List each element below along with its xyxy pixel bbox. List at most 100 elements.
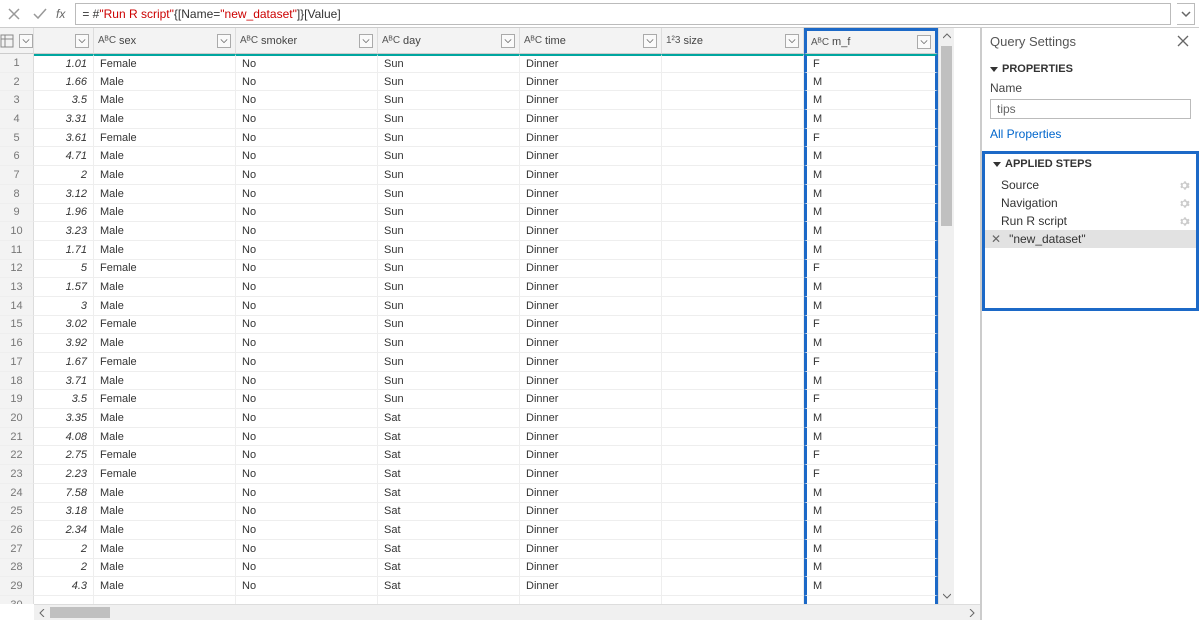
cell-size[interactable] xyxy=(662,316,804,335)
cell-size[interactable] xyxy=(662,222,804,241)
query-name-input[interactable]: tips xyxy=(990,99,1191,119)
cell-size[interactable] xyxy=(662,428,804,447)
cell-time[interactable]: Dinner xyxy=(520,446,662,465)
cell-sex[interactable]: Male xyxy=(94,297,236,316)
row-number[interactable]: 27 xyxy=(0,540,34,559)
applied-step-navigation[interactable]: Navigation xyxy=(985,194,1196,212)
chevron-down-icon[interactable] xyxy=(359,34,373,48)
cell-time[interactable]: Dinner xyxy=(520,334,662,353)
cell-mf[interactable]: M xyxy=(804,110,938,129)
cell-value[interactable]: 3.5 xyxy=(34,91,94,110)
cell-time[interactable]: Dinner xyxy=(520,241,662,260)
cell-value[interactable]: 4.08 xyxy=(34,428,94,447)
cell-value[interactable]: 1.01 xyxy=(34,54,94,73)
scroll-left-icon[interactable] xyxy=(34,609,50,617)
cell-mf[interactable]: F xyxy=(804,465,938,484)
cell-time[interactable]: Dinner xyxy=(520,73,662,92)
cell-mf[interactable]: M xyxy=(804,204,938,223)
cell-day[interactable]: Sat xyxy=(378,446,520,465)
properties-section-header[interactable]: PROPERTIES xyxy=(982,59,1199,79)
cell-sex[interactable]: Male xyxy=(94,559,236,578)
cell-value[interactable]: 1.57 xyxy=(34,278,94,297)
cell-mf[interactable]: M xyxy=(804,334,938,353)
applied-steps-section-header[interactable]: APPLIED STEPS xyxy=(985,154,1196,174)
row-number[interactable]: 25 xyxy=(0,503,34,522)
cell-mf[interactable]: M xyxy=(804,540,938,559)
cell-time[interactable]: Dinner xyxy=(520,222,662,241)
cell-sex[interactable]: Male xyxy=(94,204,236,223)
formula-input[interactable]: = #"Run R script"{[Name="new_dataset"]}[… xyxy=(75,3,1171,25)
row-number[interactable]: 4 xyxy=(0,110,34,129)
cell-day[interactable]: Sat xyxy=(378,484,520,503)
cell-smoker[interactable]: No xyxy=(236,316,378,335)
cell-mf[interactable]: M xyxy=(804,559,938,578)
row-number[interactable]: 23 xyxy=(0,465,34,484)
cell-day[interactable]: Sat xyxy=(378,577,520,596)
cell-day[interactable]: Sun xyxy=(378,129,520,148)
column-header-day[interactable]: AᴮCday xyxy=(378,28,520,54)
cell-time[interactable]: Dinner xyxy=(520,503,662,522)
cell-time[interactable]: Dinner xyxy=(520,278,662,297)
cell-value[interactable]: 4.71 xyxy=(34,147,94,166)
row-number[interactable]: 16 xyxy=(0,334,34,353)
cell-mf[interactable]: M xyxy=(804,166,938,185)
cell-day[interactable]: Sun xyxy=(378,278,520,297)
cell-time[interactable]: Dinner xyxy=(520,54,662,73)
cell-smoker[interactable]: No xyxy=(236,129,378,148)
cell-day[interactable]: Sat xyxy=(378,409,520,428)
cell-sex[interactable]: Female xyxy=(94,54,236,73)
row-number[interactable]: 12 xyxy=(0,260,34,279)
cell-size[interactable] xyxy=(662,484,804,503)
cell-day[interactable]: Sat xyxy=(378,428,520,447)
cell-time[interactable]: Dinner xyxy=(520,577,662,596)
scroll-thumb[interactable] xyxy=(50,607,110,618)
cell-time[interactable]: Dinner xyxy=(520,204,662,223)
cell-day[interactable]: Sat xyxy=(378,559,520,578)
scroll-right-icon[interactable] xyxy=(964,609,980,617)
vertical-scrollbar[interactable] xyxy=(938,28,954,604)
cell-time[interactable]: Dinner xyxy=(520,521,662,540)
cell-mf[interactable]: F xyxy=(804,353,938,372)
cell-mf[interactable]: M xyxy=(804,297,938,316)
cell-day[interactable]: Sat xyxy=(378,540,520,559)
cell-size[interactable] xyxy=(662,129,804,148)
cell-sex[interactable]: Female xyxy=(94,353,236,372)
cell-smoker[interactable]: No xyxy=(236,503,378,522)
cell-smoker[interactable]: No xyxy=(236,241,378,260)
cell-time[interactable]: Dinner xyxy=(520,91,662,110)
cell-value[interactable]: 1.67 xyxy=(34,353,94,372)
cell-size[interactable] xyxy=(662,465,804,484)
expand-formula-icon[interactable] xyxy=(1177,3,1195,25)
cell-time[interactable]: Dinner xyxy=(520,390,662,409)
cell-time[interactable]: Dinner xyxy=(520,540,662,559)
cell-sex[interactable]: Female xyxy=(94,465,236,484)
fx-icon[interactable]: fx xyxy=(56,7,65,21)
cell-value[interactable]: 2 xyxy=(34,559,94,578)
cell-day[interactable]: Sun xyxy=(378,260,520,279)
cell-smoker[interactable]: No xyxy=(236,577,378,596)
cell-value[interactable]: 2 xyxy=(34,166,94,185)
cell-sex[interactable]: Male xyxy=(94,185,236,204)
cell-size[interactable] xyxy=(662,390,804,409)
cell-mf[interactable]: M xyxy=(804,521,938,540)
cell-size[interactable] xyxy=(662,409,804,428)
cell-size[interactable] xyxy=(662,372,804,391)
cell-sex[interactable]: Male xyxy=(94,110,236,129)
cell-day[interactable]: Sun xyxy=(378,147,520,166)
cell-size[interactable] xyxy=(662,446,804,465)
cell-smoker[interactable]: No xyxy=(236,409,378,428)
cell-day[interactable]: Sun xyxy=(378,204,520,223)
cell-time[interactable]: Dinner xyxy=(520,166,662,185)
applied-step-new-dataset[interactable]: ✕ "new_dataset" xyxy=(985,230,1196,248)
row-number[interactable]: 19 xyxy=(0,390,34,409)
row-number[interactable]: 22 xyxy=(0,446,34,465)
gear-icon[interactable] xyxy=(1179,180,1190,191)
cell-time[interactable]: Dinner xyxy=(520,484,662,503)
cell-value[interactable]: 3.71 xyxy=(34,372,94,391)
cell-sex[interactable]: Male xyxy=(94,577,236,596)
cell-size[interactable] xyxy=(662,540,804,559)
chevron-down-icon[interactable] xyxy=(785,34,799,48)
chevron-down-icon[interactable] xyxy=(501,34,515,48)
chevron-down-icon[interactable] xyxy=(217,34,231,48)
gear-icon[interactable] xyxy=(1179,216,1190,227)
